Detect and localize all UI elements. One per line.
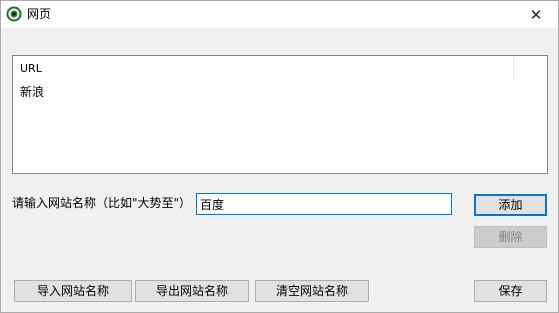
delete-button: 删除: [474, 226, 547, 248]
import-button-label: 导入网站名称: [36, 284, 109, 298]
list-item[interactable]: 新浪: [20, 84, 44, 100]
export-button-label: 导出网站名称: [155, 284, 228, 298]
delete-button-label: 删除: [498, 230, 523, 244]
title-bar[interactable]: 网页 ✕: [1, 1, 558, 28]
export-names-button[interactable]: 导出网站名称: [135, 280, 249, 302]
import-names-button[interactable]: 导入网站名称: [14, 280, 132, 302]
url-list[interactable]: URL 新浪: [12, 55, 548, 174]
column-header-url[interactable]: URL: [13, 56, 514, 80]
site-name-input[interactable]: [196, 193, 452, 215]
close-button[interactable]: ✕: [514, 1, 558, 28]
add-button-label: 添加: [498, 198, 523, 212]
add-button[interactable]: 添加: [474, 194, 547, 216]
window-title: 网页: [27, 7, 52, 21]
column-header-label: URL: [20, 62, 42, 75]
close-icon: ✕: [529, 5, 543, 24]
site-name-label: 请输入网站名称（比如"大势至"）: [12, 196, 192, 210]
save-button[interactable]: 保存: [474, 280, 547, 302]
save-button-label: 保存: [498, 284, 523, 298]
dialog-window: 网页 ✕ URL 新浪 请输入网站名称（比如"大势至"） 添加 删除 导入网站名…: [0, 0, 559, 313]
clear-names-button[interactable]: 清空网站名称: [255, 280, 369, 302]
app-globe-icon: [6, 6, 22, 22]
clear-button-label: 清空网站名称: [275, 284, 348, 298]
